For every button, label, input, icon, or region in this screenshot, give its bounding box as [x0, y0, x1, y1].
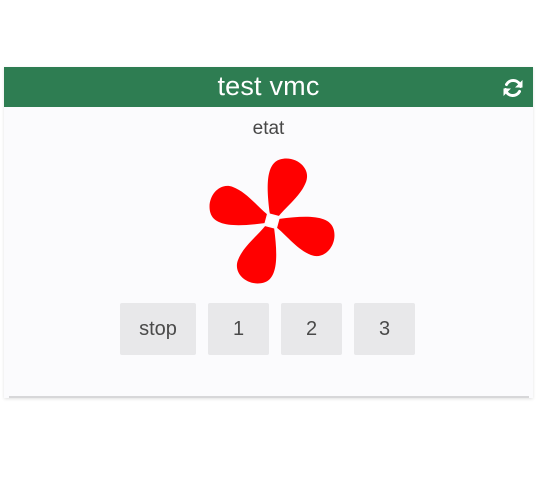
speed-2-button[interactable]: 2 [281, 303, 342, 355]
command-name: etat [252, 118, 285, 139]
fan-blade [267, 158, 308, 216]
speed-1-button[interactable]: 1 [208, 303, 269, 355]
speed-buttons: stop 1 2 3 [120, 303, 415, 355]
widget-bottom-border [9, 396, 529, 398]
stop-button[interactable]: stop [120, 303, 196, 355]
vmc-widget: test vmc etat stop 1 2 3 [4, 67, 533, 398]
widget-title[interactable]: test vmc [217, 71, 319, 102]
widget-header: test vmc [4, 67, 533, 107]
fan-blade [277, 216, 335, 257]
speed-3-button[interactable]: 3 [354, 303, 415, 355]
refresh-icon[interactable] [501, 76, 525, 100]
fan-icon [209, 158, 335, 284]
fan-blade [236, 226, 277, 284]
fan-blade [209, 185, 267, 226]
